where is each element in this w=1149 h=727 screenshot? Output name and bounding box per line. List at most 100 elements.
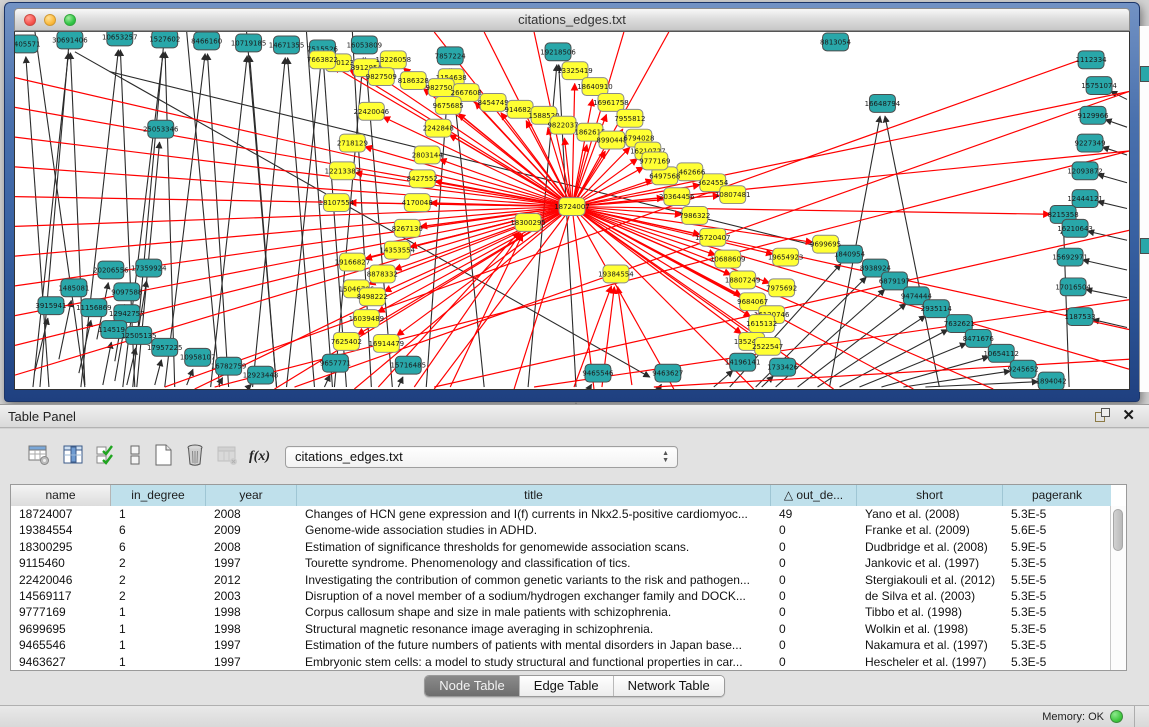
table-cell[interactable]: 9777169: [11, 604, 111, 620]
graph-node[interactable]: 18300295: [510, 213, 546, 231]
table-cell[interactable]: Dudbridge et al. (2008): [857, 539, 1003, 555]
graph-node[interactable]: 19218506: [540, 43, 576, 61]
graph-node[interactable]: 1112334: [1076, 51, 1108, 69]
table-cell[interactable]: 1: [111, 621, 206, 637]
graph-node[interactable]: 8466160: [191, 32, 222, 50]
column-header-6[interactable]: pagerank: [1003, 485, 1111, 506]
table-cell[interactable]: 6: [111, 539, 206, 555]
table-cell[interactable]: 2008: [206, 539, 297, 555]
memory-status-indicator[interactable]: [1110, 710, 1123, 723]
graph-node[interactable]: 14671355: [269, 36, 305, 54]
graph-node[interactable]: 1894042: [1036, 372, 1067, 389]
network-window-titlebar[interactable]: citations_edges.txt: [14, 8, 1130, 31]
table-cell[interactable]: 5.3E-5: [1003, 604, 1111, 620]
citation-edge-black[interactable]: [165, 52, 175, 387]
table-row[interactable]: 1872400712008Changes of HCN gene express…: [11, 506, 1111, 522]
citation-edge-black[interactable]: [398, 377, 403, 387]
show-columns-icon[interactable]: [60, 443, 86, 469]
table-row[interactable]: 1456911722003Disruption of a novel membe…: [11, 588, 1111, 604]
table-row[interactable]: 946554611997Estimation of the future num…: [11, 637, 1111, 653]
table-cell[interactable]: Nakamura et al. (1997): [857, 637, 1003, 653]
table-cell[interactable]: 0: [771, 604, 857, 620]
graph-node[interactable]: 16782759: [211, 357, 247, 375]
citation-edge-red[interactable]: [15, 137, 572, 206]
table-cell[interactable]: 14569117: [11, 588, 111, 604]
graph-node[interactable]: 17957225: [147, 338, 183, 356]
table-cell[interactable]: 1998: [206, 621, 297, 637]
table-cell[interactable]: Corpus callosum shape and size in male p…: [297, 604, 771, 620]
graph-node[interactable]: 4170048: [402, 194, 433, 212]
table-row[interactable]: 946362711997Embryonic stem cells: a mode…: [11, 654, 1111, 670]
table-row[interactable]: 911546021997Tourette syndrome. Phenomeno…: [11, 555, 1111, 571]
graph-node[interactable]: 17016504: [1055, 278, 1091, 296]
table-cell[interactable]: 5.5E-5: [1003, 572, 1111, 588]
graph-node[interactable]: 9463627: [652, 364, 683, 382]
graph-node[interactable]: 8498222: [357, 288, 388, 306]
graph-node[interactable]: 19384554: [598, 265, 634, 283]
table-cell[interactable]: 1: [111, 604, 206, 620]
graph-node[interactable]: 10688609: [710, 250, 746, 268]
table-cell[interactable]: 5.3E-5: [1003, 555, 1111, 571]
graph-node[interactable]: 1485081: [58, 279, 89, 297]
citation-edge-black[interactable]: [559, 65, 576, 387]
network-table-selector[interactable]: citations_edges.txt ▲▼: [285, 446, 678, 468]
graph-node[interactable]: 13226058: [376, 51, 412, 69]
graph-node[interactable]: 9097588: [111, 283, 142, 301]
table-cell[interactable]: 18724007: [11, 506, 111, 522]
scrollbar-thumb[interactable]: [1113, 509, 1123, 551]
table-cell[interactable]: 2009: [206, 522, 297, 538]
table-cell[interactable]: Stergiakouli et al. (2012): [857, 572, 1003, 588]
table-cell[interactable]: 2: [111, 572, 206, 588]
table-cell[interactable]: 1: [111, 506, 206, 522]
column-header-1[interactable]: in_degree: [111, 485, 206, 506]
merge-cells-icon[interactable]: [122, 443, 148, 469]
graph-node[interactable]: 3915941: [35, 297, 66, 315]
graph-node[interactable]: 12444121: [1067, 190, 1103, 208]
table-cell[interactable]: de Silva et al. (2003): [857, 588, 1003, 604]
graph-node[interactable]: 1615132: [746, 315, 777, 333]
graph-node[interactable]: 5405571: [15, 35, 41, 53]
graph-node[interactable]: 9777169: [639, 152, 670, 170]
graph-node[interactable]: 7975692: [766, 279, 797, 297]
table-cell[interactable]: Tourette syndrome. Phenomenology and cla…: [297, 555, 771, 571]
graph-node[interactable]: 18640910: [577, 78, 613, 96]
graph-node[interactable]: 15692971: [1052, 248, 1088, 266]
table-cell[interactable]: 0: [771, 637, 857, 653]
table-cell[interactable]: Genome-wide association studies in ADHD.: [297, 522, 771, 538]
graph-node[interactable]: 7986322: [679, 207, 710, 225]
citation-edge-red[interactable]: [365, 147, 572, 207]
table-row[interactable]: 969969511998Structural magnetic resonanc…: [11, 621, 1111, 637]
table-cell[interactable]: Yano et al. (2008): [857, 506, 1003, 522]
table-cell[interactable]: 9699695: [11, 621, 111, 637]
citation-edge-red[interactable]: [572, 207, 1129, 330]
graph-node[interactable]: 13325419: [557, 62, 593, 80]
graph-node[interactable]: 7663822: [307, 51, 338, 69]
graph-node[interactable]: 9465546: [582, 364, 613, 382]
citation-edge-black[interactable]: [207, 54, 228, 387]
graph-node[interactable]: 30691406: [52, 32, 88, 49]
graph-node[interactable]: 17359924: [131, 259, 167, 277]
column-header-5[interactable]: short: [857, 485, 1003, 506]
table-cell[interactable]: 22420046: [11, 572, 111, 588]
table-cell[interactable]: Estimation of significance thresholds fo…: [297, 539, 771, 555]
table-cell[interactable]: Structural magnetic resonance image aver…: [297, 621, 771, 637]
citation-edge-black[interactable]: [253, 58, 286, 387]
delete-table-icon[interactable]: [182, 443, 208, 469]
table-cell[interactable]: 1: [111, 654, 206, 670]
table-cell[interactable]: 19384554: [11, 522, 111, 538]
graph-node[interactable]: 9657771: [320, 354, 351, 372]
citation-edge-black[interactable]: [714, 371, 733, 387]
graph-node[interactable]: 12942757: [109, 305, 145, 323]
graph-node[interactable]: 16053809: [347, 36, 383, 54]
table-cell[interactable]: 1997: [206, 654, 297, 670]
float-panel-icon[interactable]: [1095, 408, 1110, 423]
table-cell[interactable]: 2012: [206, 572, 297, 588]
graph-node[interactable]: 10719185: [231, 34, 267, 52]
table-cell[interactable]: Investigating the contribution of common…: [297, 572, 771, 588]
graph-node[interactable]: 12505135: [121, 327, 157, 345]
graph-node[interactable]: 15720407: [695, 228, 731, 246]
citation-edge-red[interactable]: [383, 117, 572, 207]
graph-node[interactable]: 9245652: [1008, 360, 1039, 378]
graph-node[interactable]: 9675685: [433, 96, 464, 114]
close-panel-icon[interactable]: ✕: [1122, 408, 1135, 423]
